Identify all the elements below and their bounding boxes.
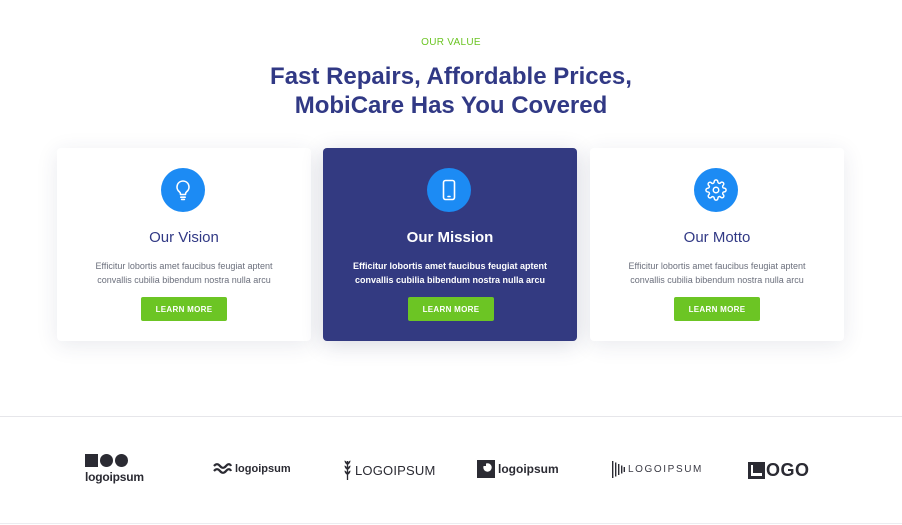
client-logo-1: logoipsum xyxy=(85,454,144,484)
logo-wave-icon xyxy=(213,463,232,474)
logo-shapes-icon xyxy=(85,454,128,467)
card-description-line: Efficitur lobortis amet faucibus feugiat… xyxy=(628,261,806,271)
learn-more-button[interactable]: LEARN MORE xyxy=(408,297,494,321)
logo-wordmark: logoipsum xyxy=(498,462,559,476)
learn-more-button[interactable]: LEARN MORE xyxy=(141,297,227,321)
card-description-line: convallis cubilia bibendum nostra nulla … xyxy=(97,275,271,285)
lightbulb-icon xyxy=(161,168,205,212)
card-description-line: convallis cubilia bibendum nostra nulla … xyxy=(630,275,804,285)
client-logo-5: LOGOIPSUM xyxy=(612,461,703,478)
section-headline: Fast Repairs, Affordable Prices, MobiCar… xyxy=(0,62,902,120)
learn-more-button[interactable]: LEARN MORE xyxy=(674,297,760,321)
card-description: Efficitur lobortis amet faucibus feugiat… xyxy=(337,259,563,287)
gear-icon xyxy=(694,168,738,212)
footer-divider xyxy=(0,523,902,524)
logo-wheat-icon xyxy=(344,460,351,480)
card-our-vision: Our Vision Efficitur lobortis amet fauci… xyxy=(57,148,311,341)
logo-wordmark: logoipsum xyxy=(85,470,144,484)
logo-wordmark: LOGOIPSUM xyxy=(628,464,703,475)
client-logo-2: logoipsum xyxy=(213,462,291,476)
eyebrow-label: OUR VALUE xyxy=(421,37,481,48)
client-logo-3: LOGOIPSUM xyxy=(343,459,436,481)
card-description-line: convallis cubilia bibendum nostra nulla … xyxy=(354,275,546,285)
card-title: Our Mission xyxy=(406,229,494,246)
logo-bars-icon xyxy=(612,461,625,478)
headline-line-2: MobiCare Has You Covered xyxy=(294,92,608,119)
logo-wordmark: logoipsum xyxy=(235,463,291,475)
logo-wordmark: OGO xyxy=(766,460,810,480)
client-logos: logoipsum logoipsum LOGOIPSUM logoipsum xyxy=(0,440,902,500)
card-description-line: Efficitur lobortis amet faucibus feugiat… xyxy=(95,261,273,271)
client-logo-4: logoipsum xyxy=(477,460,559,478)
card-description-line: Efficitur lobortis amet faucibus feugiat… xyxy=(352,261,548,271)
logo-square-icon xyxy=(477,460,495,478)
card-description: Efficitur lobortis amet faucibus feugiat… xyxy=(71,259,297,287)
card-title: Our Motto xyxy=(683,229,751,246)
logo-l-block-icon xyxy=(748,462,765,479)
headline-line-1: Fast Repairs, Affordable Prices, xyxy=(270,63,632,90)
card-our-mission: Our Mission Efficitur lobortis amet fauc… xyxy=(323,148,577,341)
client-logo-6: OGO xyxy=(748,460,810,481)
card-our-motto: Our Motto Efficitur lobortis amet faucib… xyxy=(590,148,844,341)
smartphone-icon xyxy=(427,168,471,212)
logo-wordmark: LOGOIPSUM xyxy=(355,462,436,478)
card-title: Our Vision xyxy=(149,229,219,246)
card-description: Efficitur lobortis amet faucibus feugiat… xyxy=(604,259,830,287)
section-divider xyxy=(0,416,902,417)
value-cards: Our Vision Efficitur lobortis amet fauci… xyxy=(57,148,845,341)
